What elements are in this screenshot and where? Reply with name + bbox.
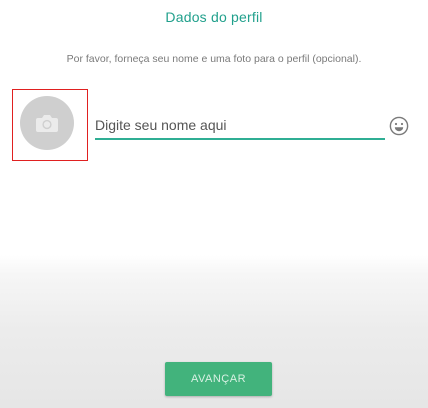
name-input[interactable] (95, 114, 385, 140)
intro-text: Por favor, forneça seu nome e uma foto p… (66, 53, 362, 65)
profile-photo-placeholder[interactable] (20, 96, 74, 150)
page-title: Dados do perfil (165, 9, 263, 25)
next-button[interactable]: AVANÇAR (165, 362, 272, 396)
camera-icon (36, 115, 58, 132)
profile-setup-screen: Dados do perfil Por favor, forneça seu n… (0, 0, 428, 408)
profile-photo-button[interactable] (12, 89, 88, 161)
smiley-icon[interactable] (389, 116, 409, 136)
